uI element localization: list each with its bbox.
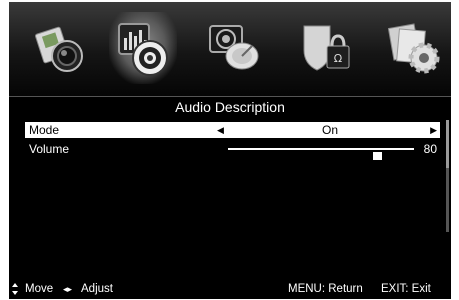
left-right-arrow-icon: ◂▸ xyxy=(63,284,73,294)
tab-sound[interactable] xyxy=(109,12,177,84)
channel-icon xyxy=(209,25,259,70)
mode-value: On xyxy=(321,123,338,137)
mode-row[interactable]: Mode ◀ On ▶ xyxy=(25,122,440,138)
scrollbar[interactable] xyxy=(446,120,449,232)
tab-channel[interactable] xyxy=(201,12,269,84)
menu-return-hint: MENU: Return xyxy=(288,283,363,295)
sound-icon xyxy=(118,23,168,76)
left-arrow-icon[interactable]: ◀ xyxy=(217,122,224,138)
lock-icon: Ω xyxy=(303,25,350,71)
scrollbar-thumb[interactable] xyxy=(446,120,449,168)
page-title: Audio Description xyxy=(175,99,285,115)
volume-row[interactable]: Volume 80 xyxy=(25,141,440,160)
setup-icon xyxy=(388,23,440,74)
volume-slider-thumb[interactable] xyxy=(372,152,382,160)
exit-hint: EXIT: Exit xyxy=(381,283,431,295)
tab-picture[interactable] xyxy=(26,12,94,84)
move-hint: Move xyxy=(25,283,54,295)
mode-label: Mode xyxy=(29,123,60,137)
footer-hints: Move ◂▸ Adjust MENU: Return EXIT: Exit xyxy=(9,281,451,297)
tv-menu-window: Ω Audio Description Mode ◀ On ▶ Volume 8… xyxy=(9,2,451,299)
volume-slider[interactable] xyxy=(228,148,414,160)
svg-text:Ω: Ω xyxy=(334,52,342,65)
up-down-arrow-icon xyxy=(12,283,18,295)
volume-label: Volume xyxy=(29,142,70,156)
tab-setup[interactable] xyxy=(381,12,449,84)
volume-value: 80 xyxy=(423,142,437,156)
right-arrow-icon[interactable]: ▶ xyxy=(430,122,437,138)
adjust-hint: Adjust xyxy=(81,283,113,295)
tab-lock[interactable]: Ω xyxy=(291,12,359,84)
menu-tab-bar: Ω xyxy=(9,2,451,97)
picture-icon xyxy=(35,26,83,72)
